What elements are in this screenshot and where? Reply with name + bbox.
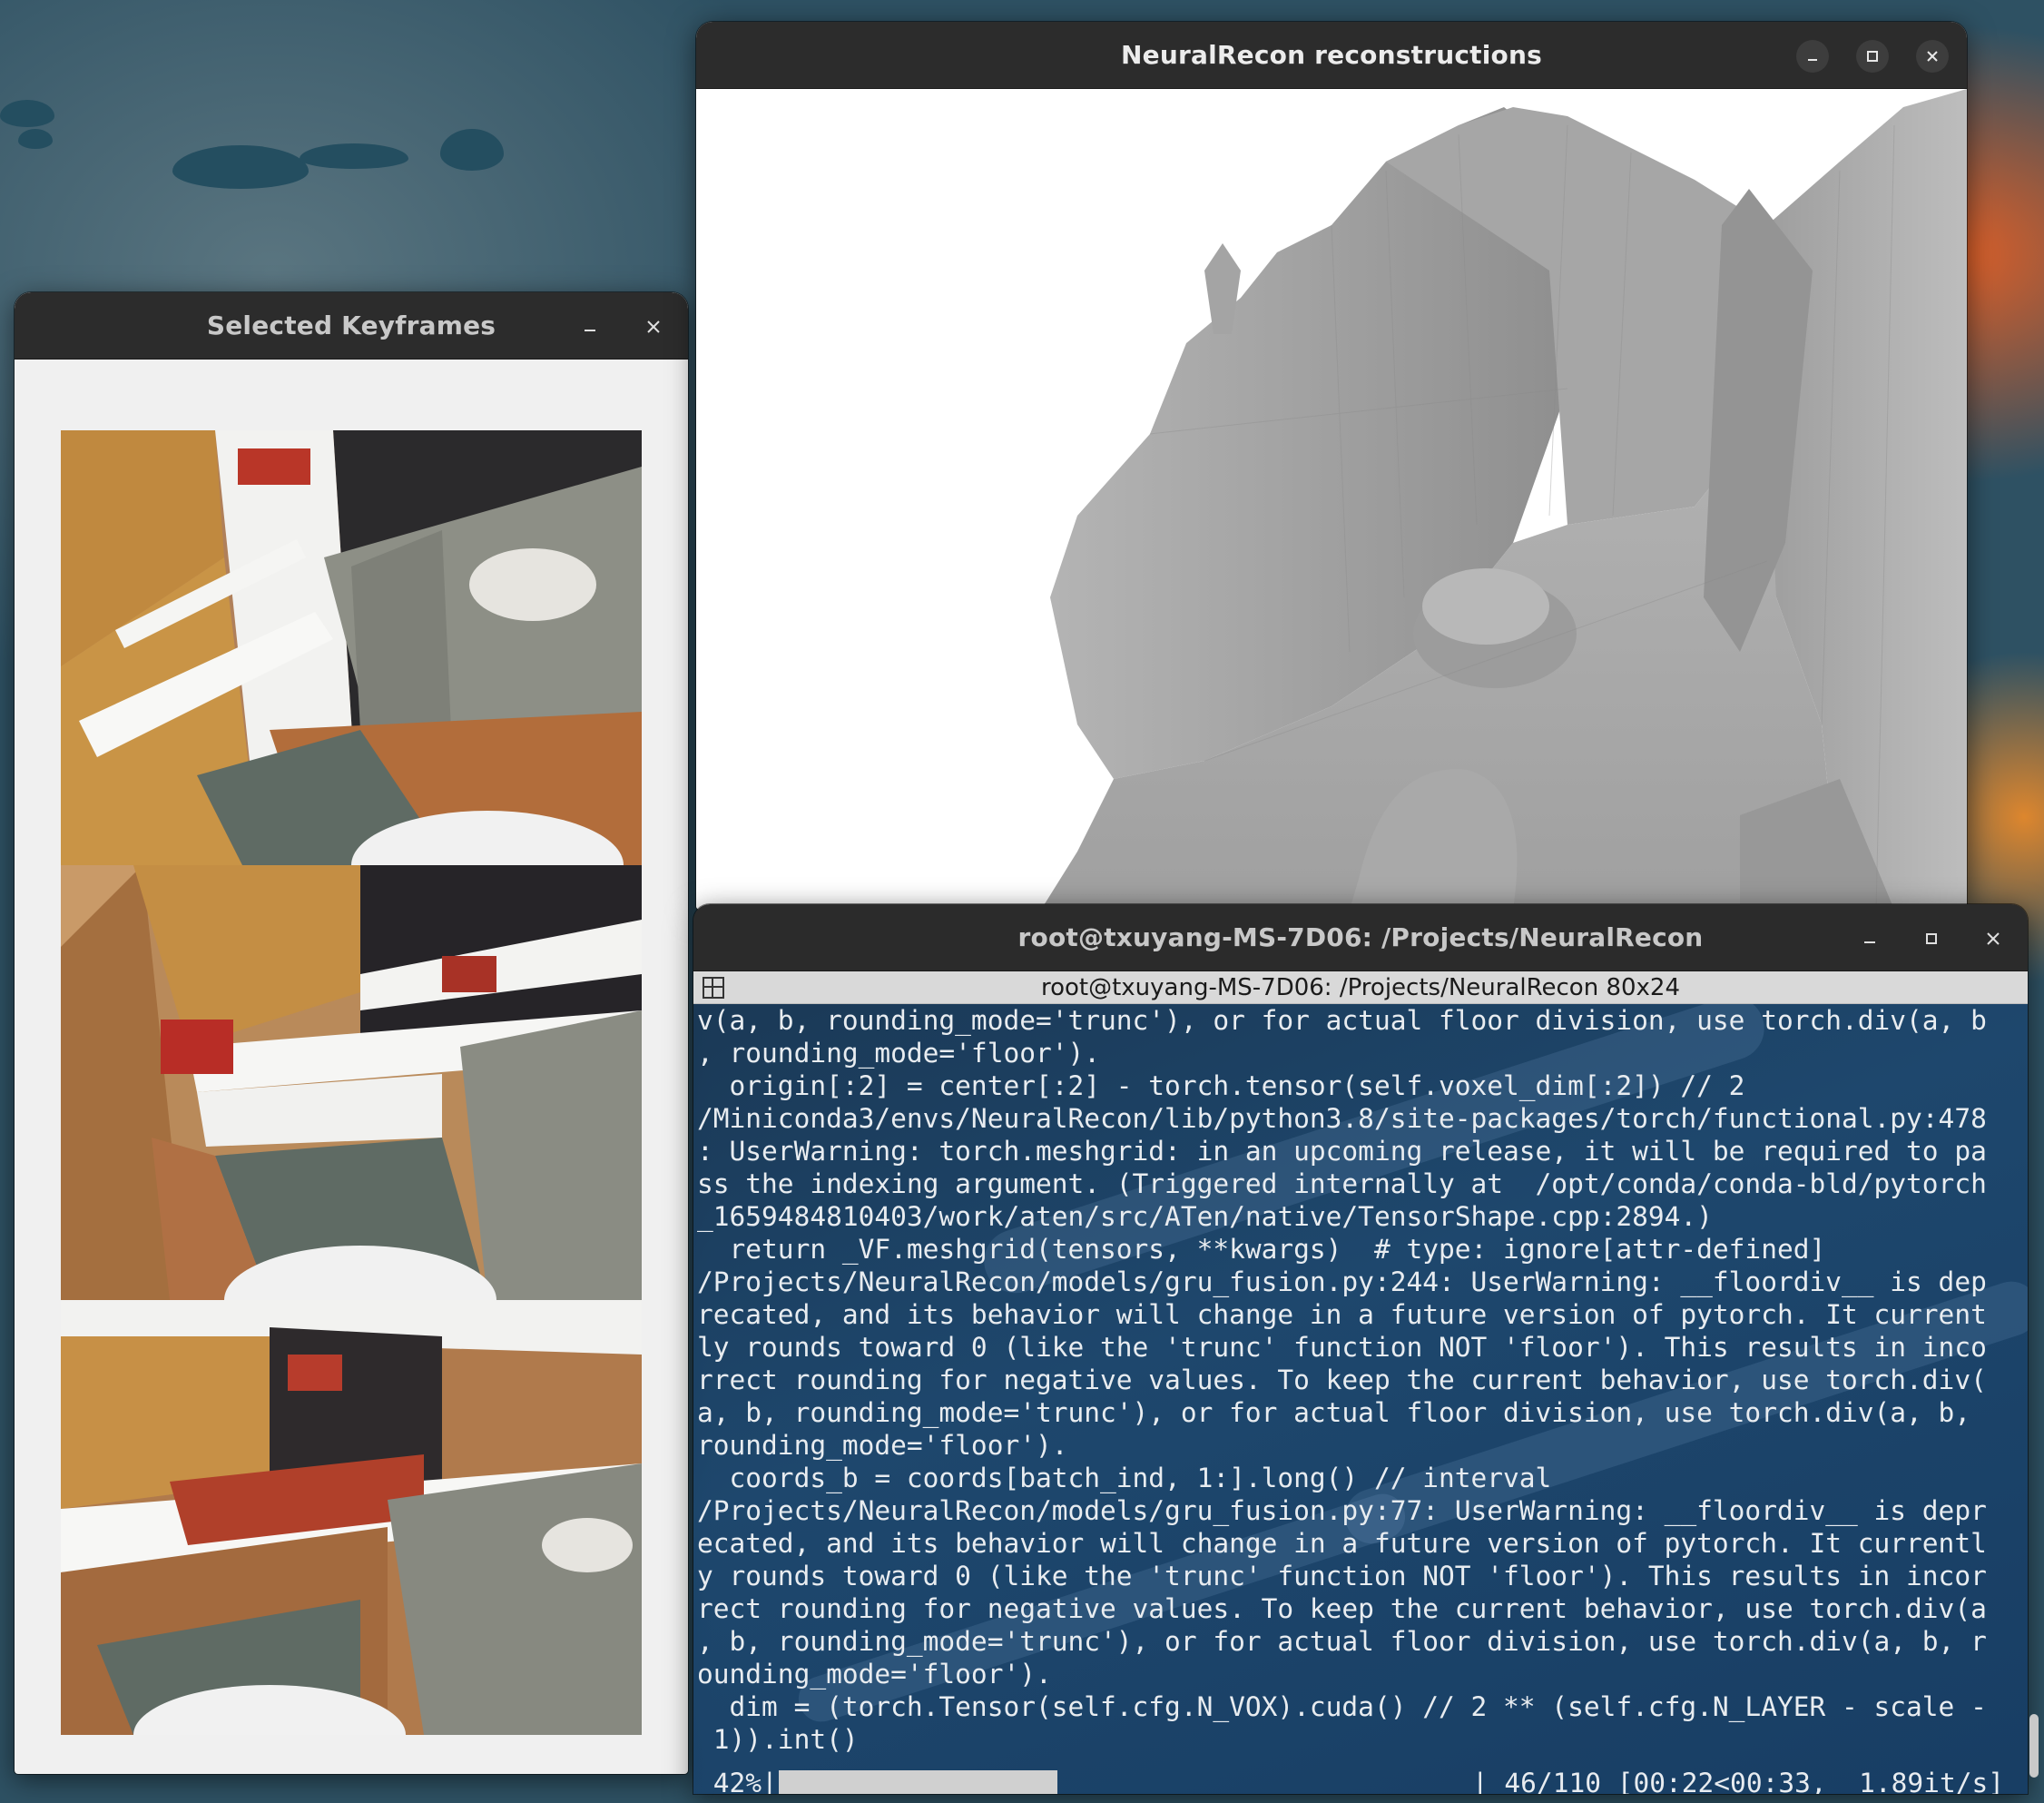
terminal-line: /Projects/NeuralRecon/models/gru_fusion.… xyxy=(697,1495,1987,1526)
maximize-button[interactable] xyxy=(1915,922,1948,955)
reconstruction-titlebar[interactable]: NeuralRecon reconstructions xyxy=(696,22,1967,89)
close-icon xyxy=(647,320,660,333)
terminal-scrollbar[interactable] xyxy=(2029,1714,2039,1778)
terminal-line: rrect rounding for negative values. To k… xyxy=(697,1365,1987,1395)
progress-stats: | 46/110 [00:22<00:33, 1.89it/s] xyxy=(1471,1768,2004,1794)
maximize-icon xyxy=(1926,933,1937,944)
keyframes-window[interactable]: Selected Keyframes xyxy=(15,292,688,1774)
wallpaper-shape xyxy=(440,129,504,171)
progress-line: 42%| | 46/110 [00:22<00:33, 1.89it/s] xyxy=(697,1767,2004,1794)
terminal-titlebar[interactable]: root@txuyang-MS-7D06: /Projects/NeuralRe… xyxy=(693,904,2028,971)
keyframe-image xyxy=(61,430,642,865)
minimize-button[interactable] xyxy=(1853,922,1886,955)
minimize-icon xyxy=(1808,59,1817,61)
terminal-output[interactable]: v(a, b, rounding_mode='trunc'), or for a… xyxy=(693,1004,2028,1794)
terminal-line: return _VF.meshgrid(tensors, **kwargs) #… xyxy=(697,1234,1826,1265)
terminal-line: origin[:2] = center[:2] - torch.tensor(s… xyxy=(697,1070,1745,1101)
progress-bar-fill xyxy=(779,1770,1057,1794)
terminal-line: coords_b = coords[batch_ind, 1:].long() … xyxy=(697,1463,1552,1493)
terminal-line: y rounds toward 0 (like the 'trunc' func… xyxy=(697,1561,1987,1591)
terminal-split-icon[interactable] xyxy=(701,975,726,1000)
terminal-window[interactable]: root@txuyang-MS-7D06: /Projects/NeuralRe… xyxy=(693,904,2028,1794)
close-icon xyxy=(1987,932,2000,945)
reconstruction-viewport[interactable] xyxy=(696,89,1967,910)
terminal-line: /Miniconda3/envs/NeuralRecon/lib/python3… xyxy=(697,1103,1987,1134)
reconstruction-window-title: NeuralRecon reconstructions xyxy=(1121,40,1542,70)
close-button[interactable] xyxy=(1977,922,2010,955)
terminal-line: dim = (torch.Tensor(self.cfg.N_VOX).cuda… xyxy=(697,1691,1987,1722)
terminal-line: _1659484810403/work/aten/src/ATen/native… xyxy=(697,1201,1713,1232)
terminal-line: rounding_mode='floor'). xyxy=(697,1430,1068,1461)
keyframe-strip xyxy=(61,430,642,1736)
terminal-line: rect rounding for negative values. To ke… xyxy=(697,1593,1987,1624)
minimize-icon xyxy=(1864,941,1875,943)
wallpaper-shape xyxy=(172,145,309,189)
terminal-line: ounding_mode='floor'). xyxy=(697,1659,1052,1690)
terminal-line: a, b, rounding_mode='trunc'), or for act… xyxy=(697,1397,1971,1428)
terminal-line: 1)).int() xyxy=(697,1724,859,1755)
maximize-icon xyxy=(1867,51,1878,62)
progress-bar xyxy=(779,1770,1441,1794)
terminal-tab-title[interactable]: root@txuyang-MS-7D06: /Projects/NeuralRe… xyxy=(1041,974,1680,1001)
minimize-button[interactable] xyxy=(1796,40,1829,73)
terminal-line: /Projects/NeuralRecon/models/gru_fusion.… xyxy=(697,1266,1987,1297)
terminal-line: , b, rounding_mode='trunc'), or for actu… xyxy=(697,1626,1987,1657)
terminal-line: recated, and its behavior will change in… xyxy=(697,1299,1987,1330)
keyframe-image xyxy=(61,1300,642,1735)
terminal-line: : UserWarning: torch.meshgrid: in an upc… xyxy=(697,1136,1987,1167)
mesh-render xyxy=(1041,89,1967,910)
minimize-button[interactable] xyxy=(574,310,606,343)
terminal-line: ss the indexing argument. (Triggered int… xyxy=(697,1168,1987,1199)
reconstruction-window[interactable]: NeuralRecon reconstructions xyxy=(696,22,1967,910)
keyframes-titlebar[interactable]: Selected Keyframes xyxy=(15,292,688,360)
minimize-icon xyxy=(585,330,595,331)
terminal-line: ecated, and its behavior will change in … xyxy=(697,1528,1987,1559)
keyframes-window-title: Selected Keyframes xyxy=(206,310,496,340)
close-button[interactable] xyxy=(637,310,670,343)
terminal-text: v(a, b, rounding_mode='trunc'), or for a… xyxy=(697,1004,2004,1756)
maximize-button[interactable] xyxy=(1856,40,1889,73)
wallpaper-shape xyxy=(18,129,53,149)
close-icon xyxy=(1927,51,1938,62)
terminal-line: ly rounds toward 0 (like the 'trunc' fun… xyxy=(697,1332,1987,1363)
terminal-line: v(a, b, rounding_mode='trunc'), or for a… xyxy=(697,1005,1987,1036)
terminal-tab-bar[interactable]: root@txuyang-MS-7D06: /Projects/NeuralRe… xyxy=(693,971,2028,1004)
terminal-window-title: root@txuyang-MS-7D06: /Projects/NeuralRe… xyxy=(1017,922,1704,952)
wallpaper-shape xyxy=(300,143,408,169)
wallpaper-shape xyxy=(0,100,54,127)
terminal-line: , rounding_mode='floor'). xyxy=(697,1038,1101,1069)
close-button[interactable] xyxy=(1916,40,1949,73)
keyframe-image xyxy=(61,865,642,1300)
progress-percent: 42%| xyxy=(697,1768,778,1794)
